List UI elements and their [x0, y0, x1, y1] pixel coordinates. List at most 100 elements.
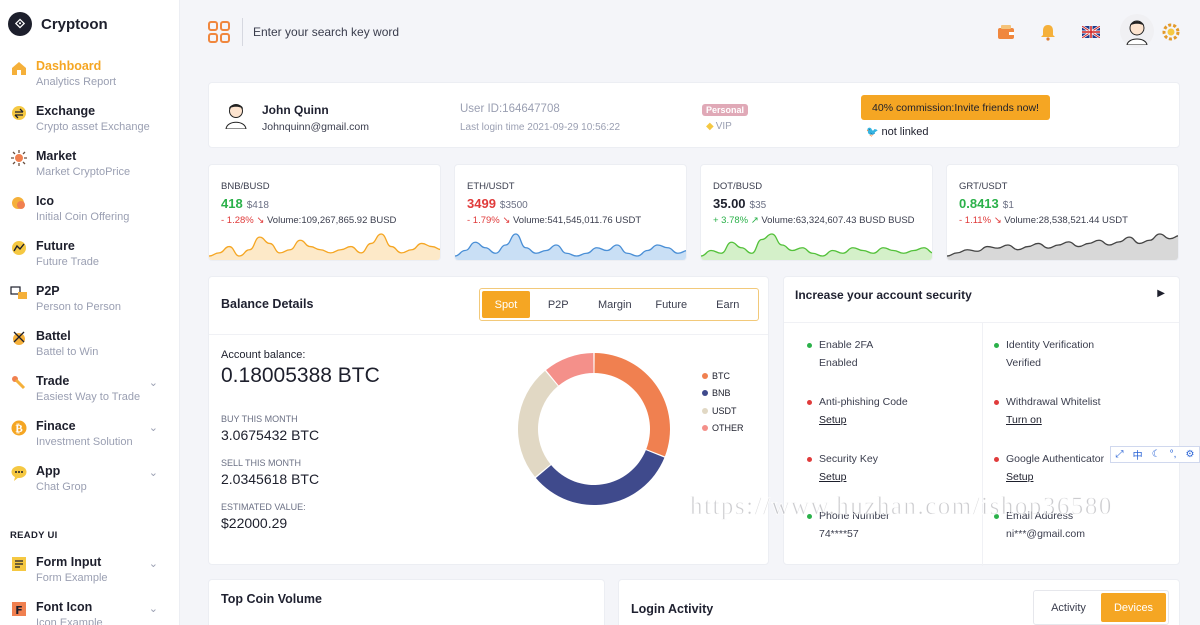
top-coin-title: Top Coin Volume: [221, 592, 322, 606]
tab-activity[interactable]: Activity: [1036, 593, 1101, 622]
sidebar-item-exchange[interactable]: Exchange Crypto asset Exchange: [0, 100, 180, 145]
ime-toolbar[interactable]: ⤢ 中 ☾ °, ⚙: [1110, 446, 1200, 463]
security-item-label: Email Address: [1006, 510, 1074, 522]
sidebar-item-form-input[interactable]: Form Input Form Example ⌄: [0, 551, 180, 596]
sparkline-area: [209, 234, 440, 260]
search-input[interactable]: [253, 22, 553, 42]
ticker-volume: Volume:28,538,521.44 USDT: [1004, 215, 1128, 226]
legend-item: BTC: [702, 367, 744, 385]
status-dot: [807, 343, 812, 348]
account-balance-label: Account balance:: [221, 349, 306, 361]
sparkline-area: [701, 234, 932, 260]
security-item-label: Withdrawal Whitelist: [1006, 396, 1101, 408]
tab-earn[interactable]: Earn: [700, 291, 757, 318]
ticker-pair: ETH/USDT: [467, 181, 515, 192]
chevron-down-icon[interactable]: ⌄: [149, 421, 158, 434]
ticker-card[interactable]: ETH/USDT 3499 $3500 - 1.79% ↘ Volume:541,54…: [454, 164, 687, 261]
security-item-label: Google Authenticator: [1006, 453, 1105, 465]
twitter-status[interactable]: 🐦 not linked: [866, 126, 929, 138]
sidebar-item-market[interactable]: Market Market CryptoPrice: [0, 145, 180, 190]
balance-title: Balance Details: [221, 297, 314, 311]
ticker-volume: Volume:541,545,011.76 USDT: [513, 215, 642, 226]
sidebar-item-label: App: [36, 464, 61, 478]
security-setup-link[interactable]: Setup: [1006, 471, 1104, 483]
sidebar-item-finace[interactable]: ₿ Finace Investment Solution ⌄: [0, 415, 180, 460]
avatar-icon[interactable]: [1120, 14, 1154, 48]
sidebar-item-label: Market: [36, 149, 77, 163]
ticker-card[interactable]: BNB/BUSD 418 $418 - 1.28% ↘ Volume:109,267,…: [208, 164, 441, 261]
punctuation-icon[interactable]: °,: [1170, 449, 1177, 460]
security-item: Google Authenticator Setup: [994, 453, 1105, 483]
ticker-card[interactable]: DOT/BUSD 35.00 $35 + 3.78% ↗ Volume:63,324,…: [700, 164, 933, 261]
sidebar-item-trade[interactable]: Trade Easiest Way to Trade ⌄: [0, 370, 180, 415]
sell-label: SELL THIS MONTH: [221, 458, 302, 468]
legend-item: BNB: [702, 385, 744, 403]
sidebar-item-p2p[interactable]: P2P Person to Person: [0, 280, 180, 325]
sidebar-item-battel[interactable]: Battel Battel to Win: [0, 325, 180, 370]
security-setup-link[interactable]: Turn on: [1006, 414, 1101, 426]
profile-card: John Quinn Johnquinn@gmail.com User ID:1…: [208, 82, 1180, 148]
sidebar-item-dashboard[interactable]: Dashboard Analytics Report: [0, 55, 180, 100]
ticker-change-row: - 1.11% ↘ Volume:28,538,521.44 USDT: [959, 215, 1128, 226]
sidebar-item-ico[interactable]: Ico Initial Coin Offering: [0, 190, 180, 235]
security-item-label: Phone Number: [819, 510, 890, 522]
chevron-down-icon[interactable]: ⌄: [149, 557, 158, 570]
uk-flag-icon[interactable]: [1079, 20, 1103, 44]
security-item-label: Anti-phishing Code: [819, 396, 908, 408]
estimated-value: $22000.29: [221, 515, 288, 531]
donut-slice-usdt[interactable]: [517, 370, 558, 477]
legend-item: OTHER: [702, 420, 744, 438]
trend-arrow-icon: ↘: [502, 215, 511, 226]
login-activity-tabs: Activity Devices: [1033, 590, 1169, 625]
donut-slice-bnb[interactable]: [535, 450, 665, 506]
donut-slice-btc[interactable]: [594, 353, 670, 457]
chat-icon: [10, 464, 28, 482]
sidebar-item-future[interactable]: Future Future Trade: [0, 235, 180, 280]
user-avatar-icon: [223, 101, 249, 131]
tab-margin[interactable]: Margin: [587, 291, 644, 318]
expand-icon[interactable]: ⤢: [1116, 449, 1124, 460]
tab-devices[interactable]: Devices: [1101, 593, 1166, 622]
ticker-card[interactable]: GRT/USDT 0.8413 $1 - 1.11% ↘ Volume:28,538,…: [946, 164, 1179, 261]
apps-grid-icon[interactable]: [208, 21, 230, 43]
user-email: Johnquinn@gmail.com: [262, 121, 369, 133]
ticker-change-row: - 1.28% ↘ Volume:109,267,865.92 BUSD: [221, 215, 396, 226]
brand[interactable]: ⟐ Cryptoon: [0, 0, 179, 48]
sidebar-item-sublabel: Person to Person: [36, 301, 121, 313]
bitcoin-icon: ₿: [10, 419, 28, 437]
ico-icon: [10, 194, 28, 212]
security-item: Security Key Setup: [807, 453, 878, 483]
account-balance-value: 0.18005388 BTC: [221, 364, 380, 387]
chevron-down-icon[interactable]: ⌄: [149, 376, 158, 389]
twitter-label: not linked: [881, 126, 929, 138]
security-item-status: Enabled: [819, 357, 858, 369]
trade-icon: [10, 374, 28, 392]
sidebar-item-label: Font Icon: [36, 600, 93, 614]
arrow-right-icon[interactable]: ▶: [1157, 288, 1165, 299]
personal-badge: Personal: [702, 104, 749, 116]
status-dot: [994, 457, 999, 462]
tab-spot[interactable]: Spot: [482, 291, 530, 318]
ticker-pair: BNB/BUSD: [221, 181, 270, 192]
wallet-icon[interactable]: [994, 20, 1018, 44]
sidebar-item-font-icon[interactable]: F Font Icon Icon Example ⌄: [0, 596, 180, 625]
bell-icon[interactable]: [1036, 20, 1060, 44]
status-dot: [807, 457, 812, 462]
tab-p2p[interactable]: P2P: [530, 291, 587, 318]
balance-donut-chart: [517, 353, 670, 506]
ime-chinese-label[interactable]: 中: [1133, 447, 1143, 462]
settings-icon[interactable]: [1159, 20, 1183, 44]
svg-text:₿: ₿: [15, 422, 23, 435]
sidebar-item-app[interactable]: App Chat Grop ⌄: [0, 460, 180, 505]
tab-future[interactable]: Future: [643, 291, 700, 318]
moon-icon[interactable]: ☾: [1152, 449, 1161, 460]
security-setup-link[interactable]: Setup: [819, 414, 908, 426]
chevron-down-icon[interactable]: ⌄: [149, 602, 158, 615]
gear-icon[interactable]: ⚙: [1185, 449, 1194, 460]
invite-button[interactable]: 40% commission:Invite friends now!: [861, 95, 1050, 120]
sidebar-ready-nav: Form Input Form Example ⌄ F Font Icon Icon Ex…: [0, 551, 180, 625]
chevron-down-icon[interactable]: ⌄: [149, 466, 158, 479]
exchange-icon: [10, 104, 28, 122]
security-setup-link[interactable]: Setup: [819, 471, 878, 483]
trend-arrow-icon: ↘: [256, 215, 265, 226]
